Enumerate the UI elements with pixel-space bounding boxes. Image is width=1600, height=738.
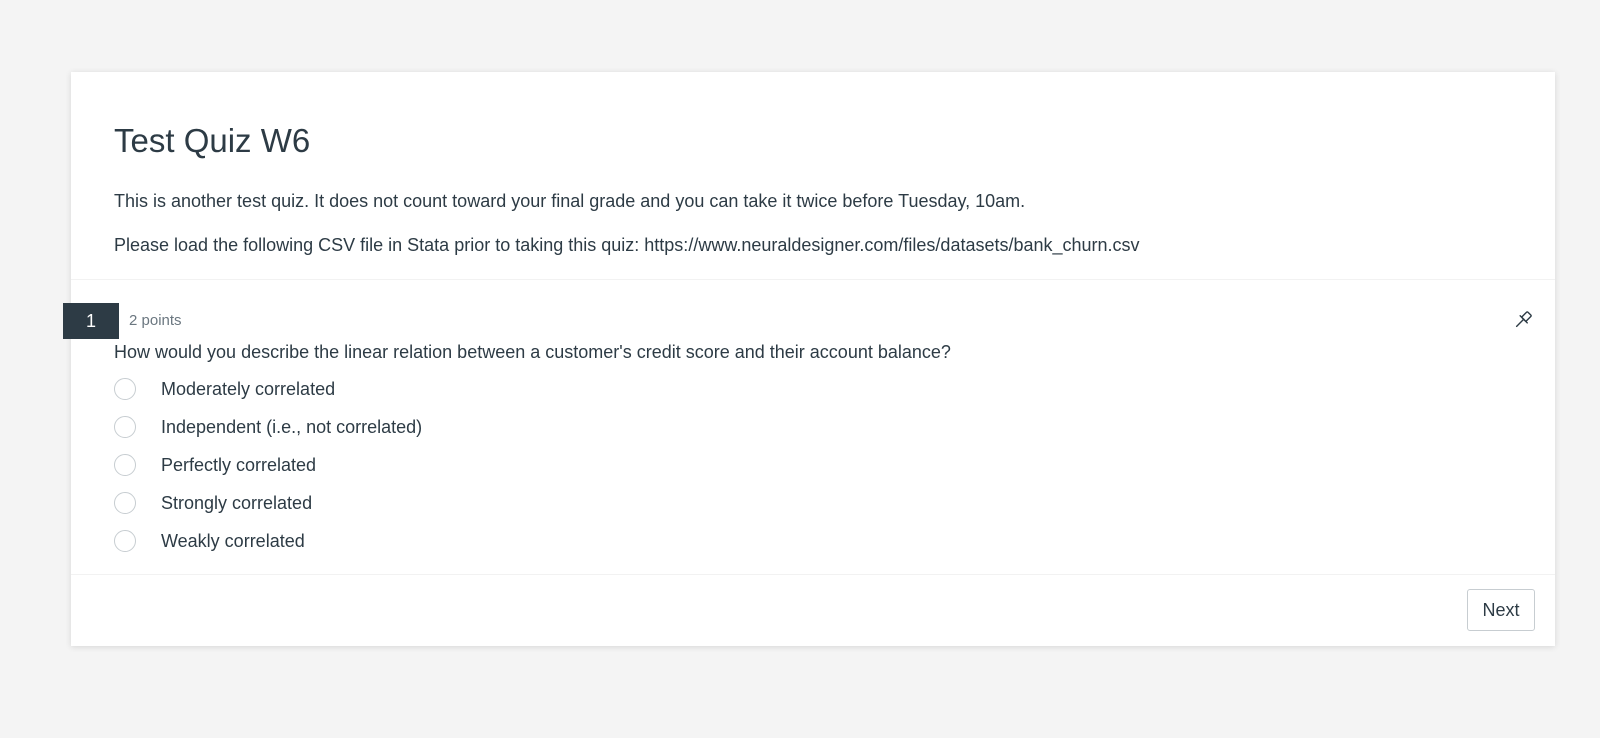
question-points: 2 points (129, 312, 182, 329)
radio-button[interactable] (114, 492, 136, 514)
quiz-instructions: Please load the following CSV file in St… (114, 235, 1140, 255)
quiz-header: Test Quiz W6 This is another test quiz. … (71, 72, 1555, 280)
question-number-badge: 1 (63, 303, 119, 339)
answer-label: Perfectly correlated (161, 454, 317, 475)
answer-list: Moderately correlated Independent (i.e.,… (114, 370, 914, 560)
radio-button[interactable] (114, 416, 136, 438)
answer-label: Strongly correlated (161, 492, 313, 513)
answer-label: Moderately correlated (161, 378, 336, 399)
quiz-title: Test Quiz W6 (114, 122, 311, 159)
footer-divider (71, 574, 1555, 575)
quiz-description: This is another test quiz. It does not c… (114, 191, 1026, 211)
answer-label: Weakly correlated (161, 530, 305, 551)
quiz-card: Test Quiz W6 This is another test quiz. … (63, 72, 1555, 646)
answer-option[interactable]: Moderately correlated (114, 370, 914, 408)
question-text: How would you describe the linear relati… (114, 342, 951, 362)
radio-button[interactable] (114, 378, 136, 400)
answer-option[interactable]: Independent (i.e., not correlated) (114, 408, 914, 446)
next-button[interactable]: Next (1467, 589, 1535, 631)
answer-option[interactable]: Weakly correlated (114, 522, 914, 560)
answer-option[interactable]: Perfectly correlated (114, 446, 914, 484)
radio-button[interactable] (114, 530, 136, 552)
radio-button[interactable] (114, 454, 136, 476)
pin-icon[interactable] (1511, 308, 1535, 332)
answer-option[interactable]: Strongly correlated (114, 484, 914, 522)
answer-label: Independent (i.e., not correlated) (161, 416, 423, 437)
